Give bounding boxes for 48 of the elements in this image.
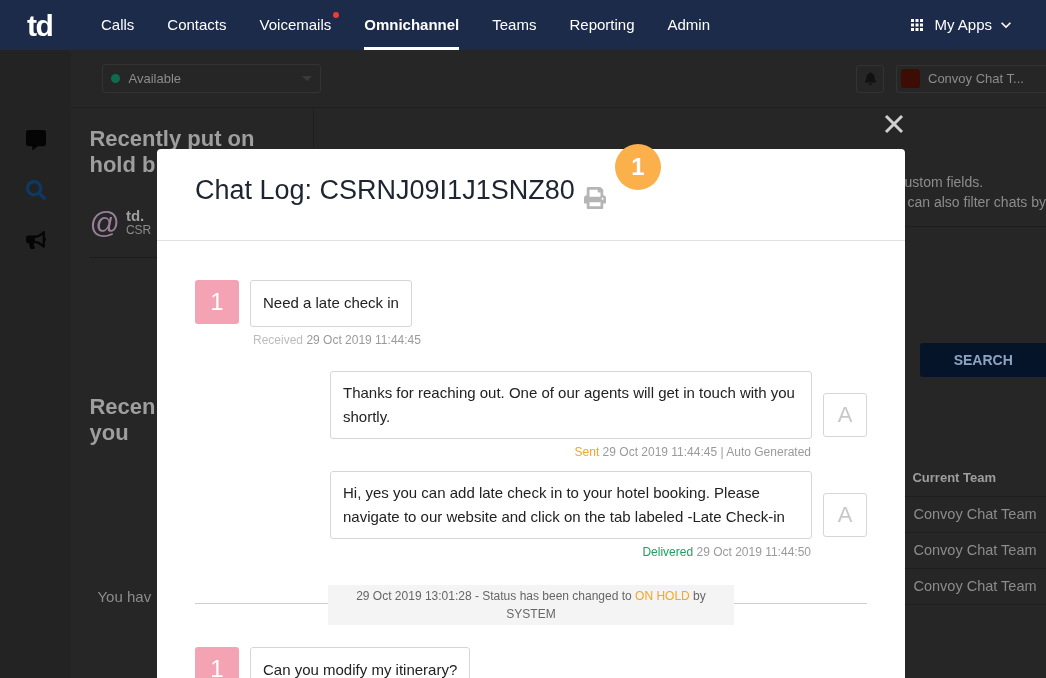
chat-id: CSR [125, 222, 152, 237]
chat-name: td. [125, 208, 146, 223]
message-bubble: Hi, yes you can add late check in to your hotel booking. Please navigate to our website and click on the tab labeled -Late Check-in [330, 470, 812, 539]
message-meta: Sent 29 Oct 2019 11:44:45 | Auto Generated [574, 443, 811, 461]
at-sign-icon: @ [89, 200, 120, 245]
message-meta: Received 29 Oct 2019 11:44:45 [253, 331, 422, 349]
empty-message: You hav [97, 587, 153, 607]
print-icon[interactable] [582, 186, 607, 209]
my-apps-menu[interactable]: My Apps [934, 13, 992, 37]
message-meta: Delivered 29 Oct 2019 11:44:50 [642, 543, 811, 561]
nav-tab[interactable]: Admin [667, 0, 711, 50]
message-bubble: Can you modify my itinerary? [250, 646, 471, 678]
nav-tab[interactable]: Teams [492, 0, 537, 50]
customer-avatar: 1 [195, 280, 239, 324]
panel-title: Recently put on [89, 126, 256, 152]
search-button[interactable]: SEARCH [920, 343, 1046, 377]
panel-title: Recen [89, 394, 157, 420]
team-label: Convoy Chat T... [928, 69, 1024, 88]
message-bubble: Need a late check in [250, 280, 412, 327]
nav-tab[interactable]: Omnichannel [364, 0, 460, 50]
close-button[interactable] [882, 112, 906, 136]
table-cell-text: Convoy Chat Team [913, 540, 1037, 560]
dialog-title: Chat Log: CSRNJ09I1J1SNZ80 [195, 174, 575, 208]
help-text: ustom fields. [904, 173, 985, 192]
status-change-note: 29 Oct 2019 13:01:28 - Status has been changed to ON HOLD by SYSTEM [328, 584, 734, 625]
team-logo-icon [901, 69, 920, 88]
search-icon[interactable] [25, 180, 46, 200]
panel-title: you [89, 420, 130, 446]
chat-icon[interactable] [25, 130, 46, 150]
close-icon [884, 114, 904, 134]
nav-tab[interactable]: Reporting [569, 0, 635, 50]
table-cell-text: Convoy Chat Team [913, 504, 1037, 524]
logo[interactable]: td [0, 2, 101, 48]
nav-tab[interactable]: Voicemails [259, 0, 332, 50]
team-dropdown[interactable]: Convoy Chat T... [896, 64, 1046, 93]
nav-tab[interactable]: Calls [101, 0, 135, 50]
status-dropdown[interactable]: Available [102, 64, 322, 93]
nav-tab[interactable]: Contacts [167, 0, 227, 50]
table-cell-text: Convoy Chat Team [913, 576, 1037, 596]
message-bubble: Thanks for reaching out. One of our agents will get in touch with you shortly. [330, 370, 812, 439]
status-label: Available [128, 69, 182, 88]
column-header: Current Team [912, 468, 997, 487]
megaphone-icon[interactable] [25, 230, 46, 250]
bell-button[interactable] [856, 64, 884, 93]
customer-avatar: 1 [195, 646, 239, 678]
step-badge: 1 [615, 144, 661, 190]
help-text: can also filter chats by [906, 193, 1046, 212]
panel-title: hold b [89, 152, 157, 178]
